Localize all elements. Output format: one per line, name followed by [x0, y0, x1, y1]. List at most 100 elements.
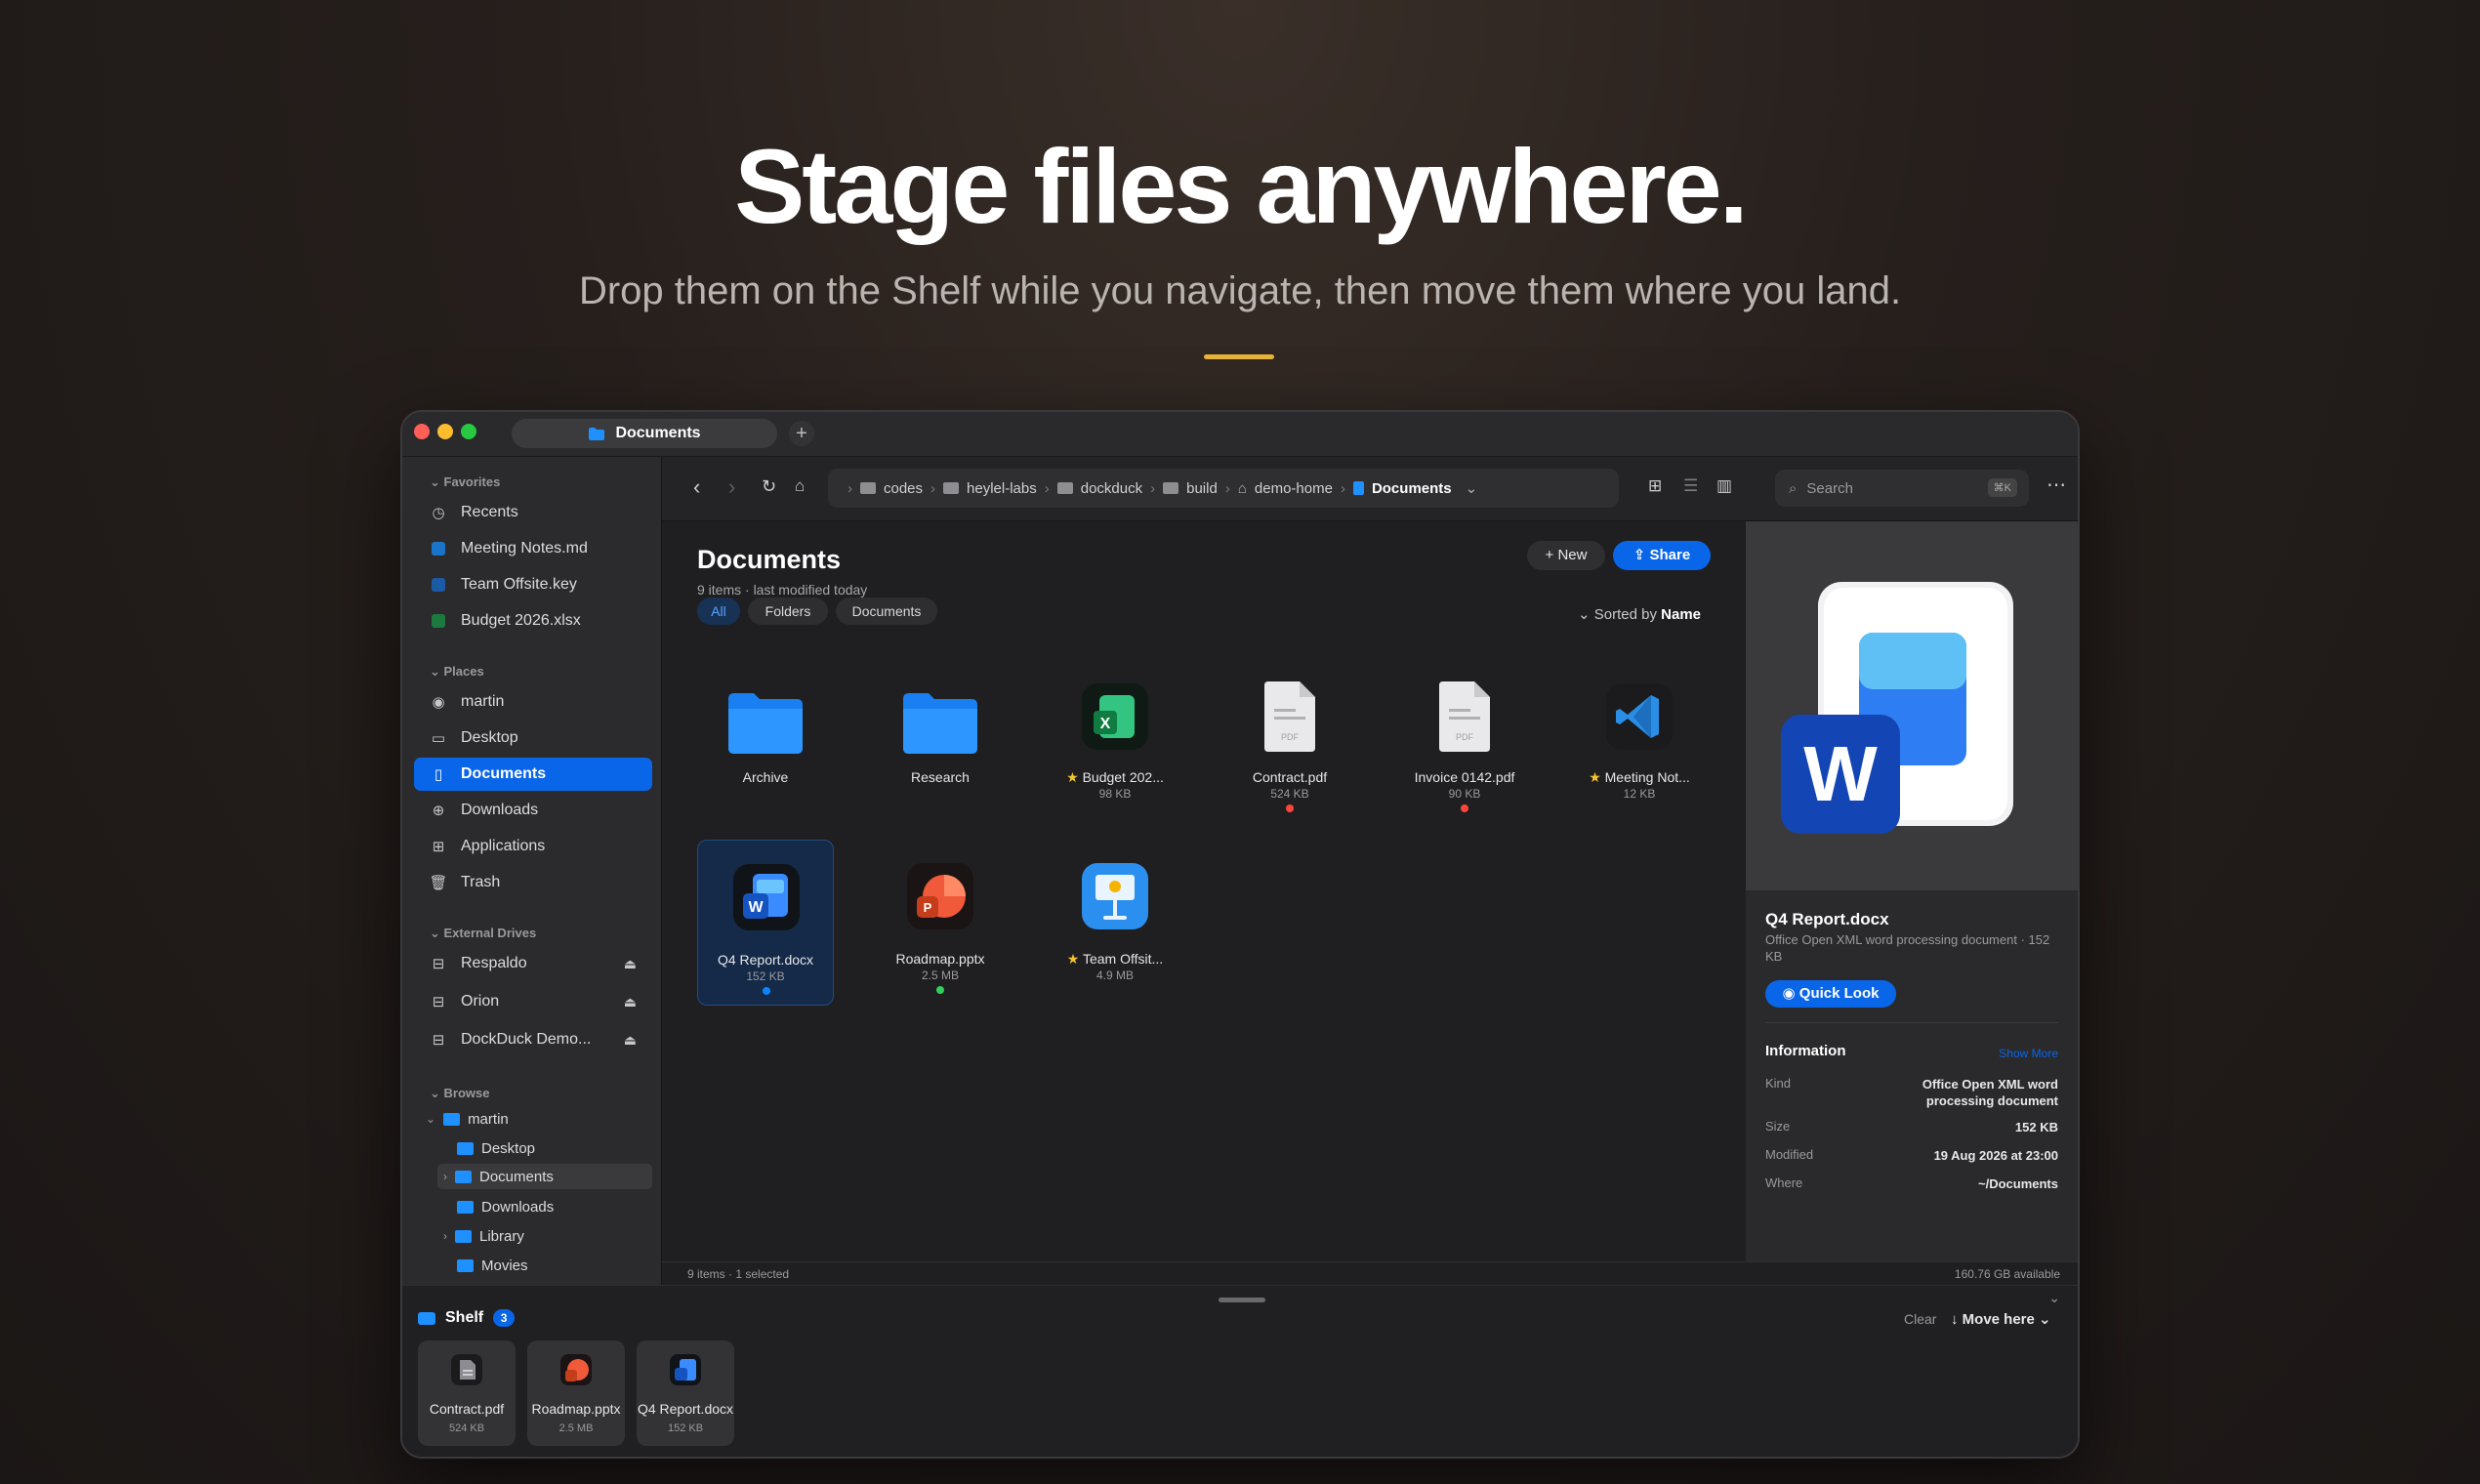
- search-input[interactable]: ⌕ Search ⌘K: [1775, 470, 2029, 507]
- shelf-item-name: Roadmap.pptx: [531, 1401, 621, 1417]
- breadcrumb-heylel-labs[interactable]: heylel-labs: [943, 480, 1037, 497]
- file-item-archive[interactable]: Archive: [697, 658, 834, 824]
- breadcrumb-build[interactable]: build: [1163, 480, 1218, 497]
- zoom-window-button[interactable]: [461, 424, 476, 439]
- shelf-item-q4-report[interactable]: Q4 Report.docx 152 KB: [637, 1340, 734, 1446]
- file-item-team-offsite[interactable]: ★ Team Offsit... 4.9 MB: [1047, 840, 1183, 1006]
- eject-icon[interactable]: ⏏: [624, 994, 637, 1010]
- sidebar-item-budget[interactable]: Budget 2026.xlsx: [414, 604, 652, 638]
- plus-icon: +: [1545, 547, 1558, 563]
- filter-all[interactable]: All: [697, 598, 740, 625]
- tag-dot: [763, 987, 770, 995]
- sidebar-item-team-offsite[interactable]: Team Offsite.key: [414, 568, 652, 601]
- folder-icon: [455, 1170, 472, 1183]
- file-item-budget[interactable]: X ★ Budget 202... 98 KB: [1047, 658, 1183, 824]
- search-icon: ⌕: [1789, 479, 1798, 497]
- tree-item-library[interactable]: › Library: [443, 1224, 524, 1248]
- folder-icon: [589, 427, 605, 440]
- chevron-right-icon: ›: [1340, 479, 1345, 497]
- breadcrumb-documents[interactable]: Documents: [1352, 480, 1452, 497]
- minimize-window-button[interactable]: [437, 424, 453, 439]
- chevron-down-icon: ⌄: [1578, 606, 1594, 623]
- clear-button[interactable]: Clear: [1904, 1311, 1936, 1327]
- file-size: 90 KB: [1448, 787, 1481, 801]
- sidebar-item-recents[interactable]: ◷ Recents: [414, 496, 652, 529]
- breadcrumb-dockduck[interactable]: dockduck: [1056, 480, 1142, 497]
- more-icon[interactable]: ⋯: [2046, 473, 2066, 497]
- breadcrumb-codes[interactable]: codes: [860, 480, 923, 497]
- filter-folders[interactable]: Folders: [748, 598, 828, 625]
- new-button[interactable]: + New: [1527, 541, 1605, 570]
- sidebar-item-trash[interactable]: 🗑 Trash: [414, 866, 652, 899]
- sidebar-section-places[interactable]: ⌄ Places: [430, 664, 484, 680]
- sidebar-item-respaldo[interactable]: ⊟ Respaldo ⏏: [414, 947, 652, 980]
- close-window-button[interactable]: [414, 424, 430, 439]
- file-item-meeting-notes[interactable]: ★ Meeting Not... 12 KB: [1571, 658, 1708, 824]
- sidebar-item-orion[interactable]: ⊟ Orion ⏏: [414, 985, 652, 1018]
- shelf-item-roadmap[interactable]: Roadmap.pptx 2.5 MB: [527, 1340, 625, 1446]
- file-size: 4.9 MB: [1095, 969, 1134, 982]
- show-more-link[interactable]: Show More: [1999, 1047, 2058, 1060]
- chevron-down-icon[interactable]: ⌄: [1466, 479, 1478, 497]
- file-name: Research: [911, 769, 970, 785]
- chevron-down-icon: ⌄: [426, 1112, 436, 1126]
- column-view-icon[interactable]: ▥: [1716, 476, 1732, 496]
- sidebar-section-favorites[interactable]: ⌄ Favorites: [430, 474, 500, 490]
- sidebar-item-documents[interactable]: ▯ Documents: [414, 758, 652, 791]
- folder-icon: [455, 1229, 472, 1243]
- tree-item-movies[interactable]: Movies: [457, 1254, 528, 1277]
- sidebar-section-browse[interactable]: ⌄ Browse: [430, 1086, 489, 1101]
- share-icon: ⇪: [1633, 547, 1650, 563]
- breadcrumb-demo-home[interactable]: ⌂ demo-home: [1238, 480, 1333, 497]
- word-icon: W: [733, 864, 800, 930]
- share-button[interactable]: ⇪ Share: [1613, 541, 1711, 570]
- tree-item-downloads[interactable]: Downloads: [457, 1195, 554, 1218]
- sidebar-item-desktop[interactable]: ▭ Desktop: [414, 721, 652, 755]
- shelf-item-contract[interactable]: Contract.pdf 524 KB: [418, 1340, 516, 1446]
- list-view-icon[interactable]: ☰: [1683, 476, 1698, 496]
- tag-dot: [936, 986, 944, 994]
- eject-icon[interactable]: ⏏: [624, 956, 637, 972]
- home-icon[interactable]: ⌂: [795, 476, 805, 496]
- sidebar-item-martin[interactable]: ◉ martin: [414, 685, 652, 719]
- sidebar-item-downloads[interactable]: ⊕ Downloads: [414, 794, 652, 827]
- forward-icon[interactable]: ›: [728, 474, 735, 500]
- tree-item-desktop[interactable]: Desktop: [457, 1136, 535, 1160]
- sidebar-item-dockduck-demo[interactable]: ⊟ DockDuck Demo... ⏏: [414, 1023, 652, 1056]
- file-item-roadmap[interactable]: P Roadmap.pptx 2.5 MB: [872, 840, 1009, 1006]
- tree-item-documents[interactable]: › Documents: [437, 1164, 652, 1189]
- hero-subtitle: Drop them on the Shelf while you navigat…: [578, 269, 1902, 312]
- sidebar-item-meeting-notes[interactable]: Meeting Notes.md: [414, 532, 652, 565]
- file-name: Invoice 0142.pdf: [1414, 769, 1515, 785]
- chevron-down-icon[interactable]: ⌄: [2048, 1290, 2060, 1306]
- back-icon[interactable]: ‹: [693, 474, 700, 500]
- file-item-q4-report[interactable]: W Q4 Report.docx 152 KB: [697, 840, 834, 1006]
- refresh-icon[interactable]: ↻: [762, 476, 776, 497]
- info-key-kind: Kind: [1765, 1076, 1792, 1091]
- file-item-research[interactable]: Research: [872, 658, 1009, 824]
- sort-control[interactable]: ⌄ Sorted by Name: [1578, 605, 1701, 623]
- svg-text:P: P: [924, 900, 932, 915]
- folder-icon: [1163, 482, 1179, 494]
- file-item-contract[interactable]: PDF Contract.pdf 524 KB: [1221, 658, 1358, 824]
- excel-icon: X: [1082, 683, 1148, 750]
- file-item-invoice[interactable]: PDF Invoice 0142.pdf 90 KB: [1396, 658, 1533, 824]
- preview-file-name: Q4 Report.docx: [1765, 910, 1889, 928]
- sidebar-section-external-drives[interactable]: ⌄ External Drives: [430, 926, 536, 941]
- move-here-button[interactable]: ↓ Move here ⌄: [1951, 1310, 2051, 1328]
- user-icon: ◉: [432, 694, 445, 711]
- vscode-icon: [1606, 683, 1673, 750]
- quick-look-button[interactable]: ◉ Quick Look: [1765, 980, 1896, 1008]
- shelf-resize-handle[interactable]: [1219, 1298, 1265, 1302]
- grid-view-icon[interactable]: ⊞: [1648, 476, 1662, 496]
- eject-icon[interactable]: ⏏: [624, 1032, 637, 1049]
- preview-thumbnail: W: [1746, 521, 2078, 890]
- tray-icon: [418, 1311, 435, 1325]
- file-size: 152 KB: [746, 969, 785, 983]
- tree-item-martin[interactable]: ⌄ martin: [426, 1107, 509, 1131]
- tab-documents[interactable]: Documents: [512, 419, 777, 448]
- filter-documents[interactable]: Documents: [836, 598, 937, 625]
- sidebar-item-applications[interactable]: ⊞ Applications: [414, 830, 652, 863]
- title-bar: Documents +: [402, 412, 2078, 457]
- new-tab-button[interactable]: +: [789, 421, 814, 446]
